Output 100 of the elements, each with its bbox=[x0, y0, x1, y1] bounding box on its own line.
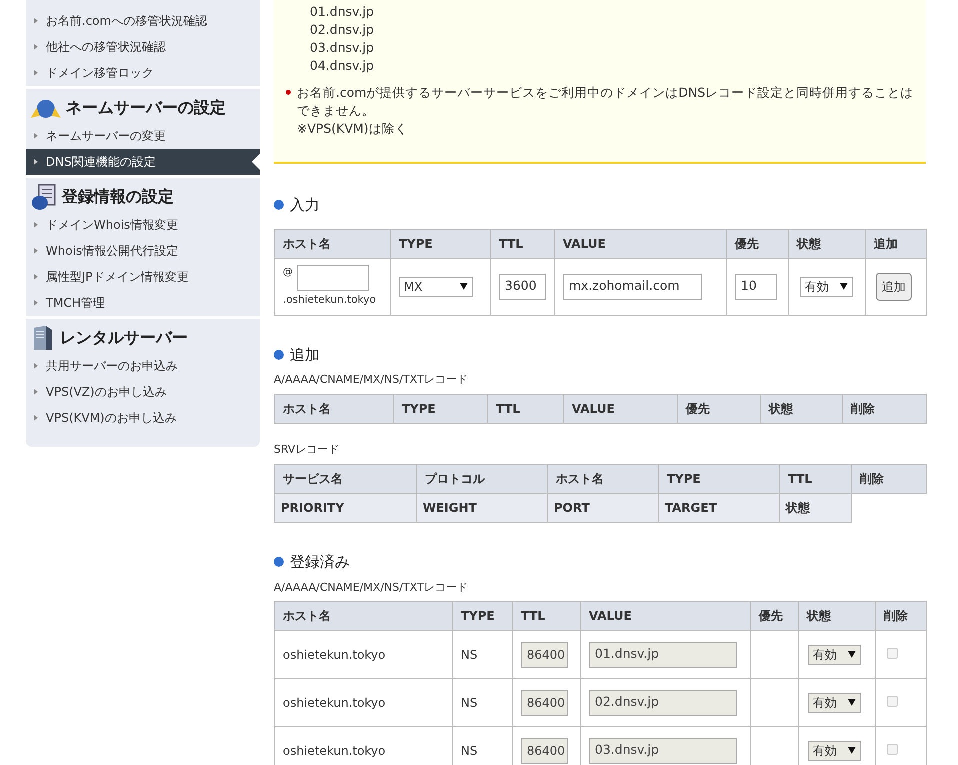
document-globe-icon bbox=[30, 183, 58, 211]
column-header: サービス名 bbox=[274, 464, 416, 494]
sidebar-item[interactable]: お名前.comへの移管状況確認 bbox=[26, 8, 260, 34]
triangle-icon bbox=[34, 300, 38, 306]
sidebar-item[interactable]: 属性型JPドメイン情報変更 bbox=[26, 264, 260, 290]
section-title: 登録情報の設定 bbox=[62, 186, 174, 208]
dropdown-arrow-icon bbox=[848, 747, 856, 754]
delete-checkbox[interactable] bbox=[887, 648, 898, 658]
column-header: 削除 bbox=[876, 602, 926, 630]
pointer-notch bbox=[252, 154, 260, 170]
column-header: 削除 bbox=[842, 394, 926, 423]
value-field[interactable]: 03.dnsv.jp bbox=[589, 738, 737, 764]
server-name: 01.dnsv.jp bbox=[309, 3, 376, 21]
value-field[interactable]: 01.dnsv.jp bbox=[589, 642, 737, 668]
column-header: ホスト名 bbox=[274, 394, 394, 423]
table-cell: oshietekun.tokyo bbox=[274, 726, 452, 765]
column-header: TTL bbox=[490, 229, 554, 258]
column-header: 状態 bbox=[788, 229, 866, 258]
ttl-field[interactable]: 86400 bbox=[521, 738, 568, 764]
section-heading: 追加 bbox=[290, 344, 320, 366]
column-header: ホスト名 bbox=[274, 229, 390, 258]
dropdown-arrow-icon bbox=[460, 283, 468, 290]
column-header: TYPE bbox=[452, 602, 512, 630]
triangle-icon bbox=[34, 389, 38, 395]
section-title: ネームサーバーの設定 bbox=[66, 97, 226, 119]
triangle-icon bbox=[34, 159, 38, 165]
ttl-field[interactable]: 86400 bbox=[521, 642, 568, 668]
column-header: TTL bbox=[512, 602, 580, 630]
column-header: VALUE bbox=[554, 229, 726, 258]
triangle-icon bbox=[34, 70, 38, 76]
dropdown-arrow-icon bbox=[848, 651, 856, 658]
notice-note: ※VPS(KVM)は除く bbox=[297, 120, 409, 138]
table-caption: A/AAAA/CNAME/MX/NS/TXTレコード bbox=[274, 372, 469, 388]
dropdown-arrow-icon bbox=[848, 699, 856, 706]
sidebar-item[interactable]: 他社への移管状況確認 bbox=[26, 34, 260, 60]
triangle-icon bbox=[34, 248, 38, 254]
notice-text: お名前.comが提供するサーバーサービスをご利用中のドメインはDNSレコード設定と同時併用することはできません。 bbox=[297, 84, 915, 120]
column-header: 優先 bbox=[726, 229, 788, 258]
type-select[interactable]: MX bbox=[399, 276, 473, 296]
section-title: レンタルサーバー bbox=[60, 327, 188, 349]
table-cell: oshietekun.tokyo bbox=[274, 630, 452, 678]
triangle-icon bbox=[34, 44, 38, 50]
sidebar-item[interactable]: ドメイン移管ロック bbox=[26, 60, 260, 86]
status-select[interactable]: 有効 bbox=[808, 740, 861, 760]
status-select[interactable]: 有効 bbox=[800, 276, 853, 296]
delete-checkbox[interactable] bbox=[887, 696, 898, 706]
status-select[interactable]: 有効 bbox=[808, 692, 861, 712]
server-name: 03.dnsv.jp bbox=[309, 39, 376, 57]
column-header: 追加 bbox=[866, 229, 926, 258]
column-header: TTL bbox=[780, 464, 852, 494]
column-header: プロトコル bbox=[416, 464, 548, 494]
triangle-icon bbox=[34, 274, 38, 280]
sidebar-item[interactable]: VPS(KVM)のお申し込み bbox=[26, 405, 260, 431]
table-caption: SRVレコード bbox=[274, 442, 341, 458]
sidebar-item[interactable]: Whois情報公開代行設定 bbox=[26, 238, 260, 264]
value-field[interactable]: 02.dnsv.jp bbox=[589, 690, 737, 716]
triangle-icon bbox=[34, 222, 38, 228]
dropdown-arrow-icon bbox=[840, 283, 848, 290]
host-input-field[interactable] bbox=[297, 264, 369, 291]
column-header: 状態 bbox=[760, 394, 842, 423]
triangle-icon bbox=[34, 415, 38, 421]
column-header: PORT bbox=[548, 494, 658, 522]
column-header: TTL bbox=[488, 394, 564, 423]
column-header: WEIGHT bbox=[416, 494, 548, 522]
sidebar-item[interactable]: 共用サーバーのお申込み bbox=[26, 353, 260, 379]
table-cell: NS bbox=[452, 630, 512, 678]
server-name: 02.dnsv.jp bbox=[309, 21, 376, 39]
sidebar-item[interactable]: TMCH管理 bbox=[26, 290, 260, 316]
column-header: 状態 bbox=[780, 494, 852, 522]
section-heading: 入力 bbox=[290, 195, 320, 216]
ttl-input-field[interactable]: 3600 bbox=[499, 274, 546, 300]
ttl-field[interactable]: 86400 bbox=[521, 690, 568, 716]
sidebar-item[interactable]: DNS関連機能の設定 bbox=[26, 149, 260, 175]
column-header: TYPE bbox=[394, 394, 488, 423]
column-header: TYPE bbox=[658, 464, 780, 494]
column-header: 削除 bbox=[852, 464, 926, 494]
triangle-icon bbox=[34, 363, 38, 369]
priority-input-field[interactable]: 10 bbox=[735, 274, 777, 300]
column-header: PRIORITY bbox=[274, 494, 416, 522]
column-header: VALUE bbox=[564, 394, 678, 423]
column-header: ホスト名 bbox=[548, 464, 658, 494]
at-sign: @ bbox=[283, 266, 293, 280]
sidebar-item[interactable]: ドメインWhois情報変更 bbox=[26, 212, 260, 238]
column-header: 優先 bbox=[678, 394, 760, 423]
column-header: 状態 bbox=[798, 602, 876, 630]
sidebar-item[interactable]: ネームサーバーの変更 bbox=[26, 123, 260, 149]
triangle-icon bbox=[34, 133, 38, 139]
server-name: 04.dnsv.jp bbox=[309, 57, 376, 75]
add-button[interactable]: 追加 bbox=[876, 272, 912, 300]
value-input-field[interactable]: mx.zohomail.com bbox=[563, 274, 702, 300]
delete-checkbox[interactable] bbox=[887, 744, 898, 754]
triangle-icon bbox=[34, 18, 38, 24]
column-header: VALUE bbox=[580, 602, 750, 630]
sidebar-item[interactable]: VPS(VZ)のお申し込み bbox=[26, 379, 260, 405]
column-header: ホスト名 bbox=[274, 602, 452, 630]
table-caption: A/AAAA/CNAME/MX/NS/TXTレコード bbox=[274, 580, 469, 596]
column-header: TYPE bbox=[390, 229, 490, 258]
column-header: TARGET bbox=[658, 494, 780, 522]
domain-suffix: .oshietekun.tokyo bbox=[283, 292, 378, 308]
status-select[interactable]: 有効 bbox=[808, 644, 861, 664]
